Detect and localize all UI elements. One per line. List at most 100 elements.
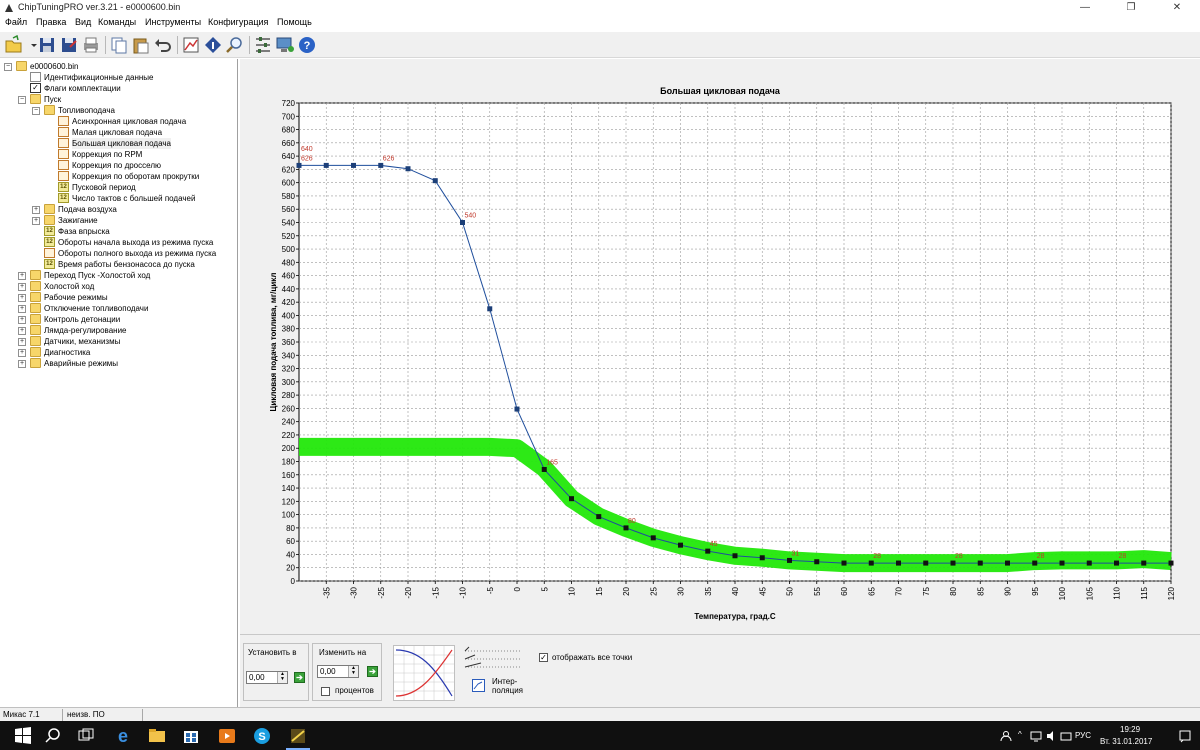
expand-icon[interactable]: + [18, 294, 26, 302]
language-indicator[interactable]: РУС [1075, 731, 1091, 740]
tray-chevron-icon[interactable]: ^ [1018, 730, 1022, 739]
data-point[interactable] [1005, 560, 1010, 566]
apply-set-button[interactable]: ➔ [294, 672, 305, 683]
data-point[interactable] [460, 220, 465, 225]
store-icon[interactable] [180, 725, 202, 747]
data-point[interactable] [405, 166, 411, 172]
people-icon[interactable] [1000, 730, 1012, 742]
search-icon[interactable] [42, 725, 64, 747]
data-point[interactable] [1059, 560, 1065, 566]
data-point[interactable] [1141, 560, 1147, 566]
close-button[interactable]: ✕ [1154, 0, 1200, 16]
spin-arrows-icon[interactable]: ▲ ▼ [348, 666, 358, 677]
expand-icon[interactable]: + [18, 327, 26, 335]
data-point[interactable] [678, 542, 683, 548]
info-icon[interactable] [203, 35, 223, 55]
data-point[interactable] [487, 306, 493, 312]
data-point[interactable] [814, 559, 820, 565]
edge-icon[interactable]: e [112, 725, 134, 747]
data-point[interactable] [323, 162, 329, 168]
expand-icon[interactable]: + [18, 305, 26, 313]
data-point[interactable] [432, 178, 438, 184]
expand-icon[interactable]: + [18, 316, 26, 324]
data-point[interactable] [841, 560, 847, 566]
network-icon[interactable] [1030, 730, 1042, 742]
save-as-icon[interactable] [59, 35, 79, 55]
data-point[interactable] [1086, 560, 1092, 566]
chiptuning-app-icon[interactable] [287, 725, 309, 747]
data-point[interactable] [977, 560, 983, 566]
clock-date[interactable]: Вт. 31.01.2017 [1100, 737, 1152, 746]
undo-icon[interactable] [153, 35, 173, 55]
expand-icon[interactable]: + [32, 206, 40, 214]
data-point[interactable] [759, 555, 765, 561]
collapse-icon[interactable]: − [32, 107, 40, 115]
spin-arrows-icon[interactable]: ▲ ▼ [277, 672, 287, 683]
menu-tools[interactable]: Инструменты [145, 17, 201, 27]
save-icon[interactable] [37, 35, 57, 55]
chart-panel[interactable]: Большая цикловая подача 626 626 640 540 165 8… [240, 59, 1200, 634]
smooth-pattern-icon[interactable] [463, 645, 523, 675]
expand-icon[interactable]: + [18, 360, 26, 368]
expand-icon[interactable]: + [18, 272, 26, 280]
show-points-checkbox[interactable]: ✓ [539, 653, 548, 662]
skype-icon[interactable]: S [251, 725, 273, 747]
data-point[interactable] [1032, 560, 1038, 566]
clock-time[interactable]: 19:29 [1120, 725, 1140, 734]
data-point[interactable] [787, 557, 792, 563]
data-point[interactable] [296, 162, 302, 168]
expand-icon[interactable]: + [32, 217, 40, 225]
percent-checkbox[interactable] [321, 687, 330, 696]
data-point[interactable] [650, 535, 656, 541]
menu-edit[interactable]: Правка [36, 17, 66, 27]
open-icon[interactable] [4, 35, 24, 55]
data-point[interactable] [569, 496, 574, 502]
media-player-icon[interactable] [216, 725, 238, 747]
dropdown-icon[interactable] [24, 35, 37, 55]
print-icon[interactable] [81, 35, 101, 55]
chart[interactable]: Большая цикловая подача 626 6266405401658… [240, 59, 1200, 634]
data-point[interactable] [732, 553, 738, 559]
change-value-input[interactable]: 0,00 ▲ ▼ [317, 665, 359, 678]
explorer-icon[interactable] [146, 725, 168, 747]
search-icon[interactable] [225, 35, 245, 55]
data-point[interactable] [351, 162, 356, 168]
data-point[interactable] [1168, 560, 1174, 566]
notification-icon[interactable] [1178, 729, 1192, 743]
collapse-icon[interactable]: − [18, 96, 26, 104]
data-point[interactable] [923, 560, 929, 566]
copy-icon[interactable] [109, 35, 129, 55]
graph-icon[interactable] [181, 35, 201, 55]
interpolation-preview[interactable] [393, 645, 455, 701]
expand-icon[interactable]: + [18, 283, 26, 291]
menu-view[interactable]: Вид [75, 17, 91, 27]
menu-file[interactable]: Файл [5, 17, 27, 27]
data-point[interactable] [950, 560, 956, 566]
data-point[interactable] [705, 548, 711, 554]
apply-change-button[interactable]: ➔ [367, 666, 378, 677]
set-value-input[interactable]: 0,00 ▲ ▼ [246, 671, 288, 684]
data-point[interactable] [623, 525, 629, 531]
data-point[interactable] [868, 560, 874, 566]
help-icon[interactable]: ? [297, 35, 317, 55]
volume-icon[interactable] [1046, 730, 1058, 742]
menu-help[interactable]: Помощь [277, 17, 312, 27]
data-point[interactable] [378, 162, 384, 168]
keyboard-icon[interactable] [1060, 730, 1072, 742]
monitor-icon[interactable] [275, 35, 295, 55]
windows-start-icon[interactable] [12, 725, 34, 747]
data-point[interactable] [1114, 560, 1119, 566]
collapse-icon[interactable]: − [4, 63, 12, 71]
data-point[interactable] [596, 514, 602, 520]
interpolation-icon[interactable] [472, 679, 485, 692]
minimize-button[interactable]: — [1062, 0, 1108, 16]
settings-icon[interactable] [253, 35, 273, 55]
data-point[interactable] [896, 560, 901, 566]
expand-icon[interactable]: + [18, 349, 26, 357]
paste-icon[interactable] [131, 35, 151, 55]
expand-icon[interactable]: + [18, 338, 26, 346]
data-point[interactable] [514, 406, 520, 412]
task-view-icon[interactable] [75, 725, 97, 747]
menu-commands[interactable]: Команды [98, 17, 136, 27]
menu-config[interactable]: Конфигурация [208, 17, 268, 27]
